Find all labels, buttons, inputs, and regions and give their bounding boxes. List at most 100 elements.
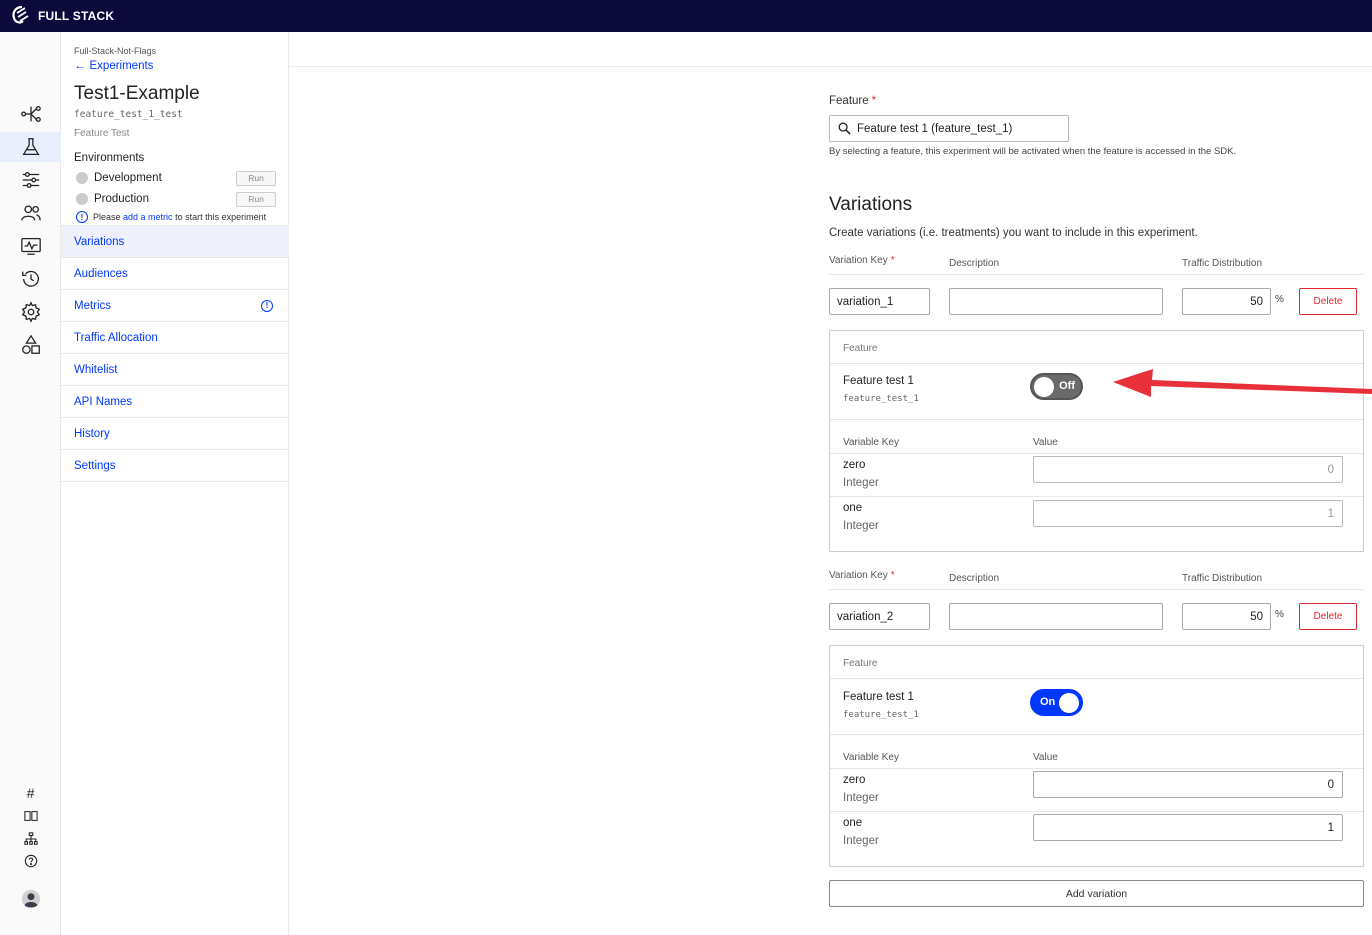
variable-type: Integer [843, 477, 879, 489]
header-strip [289, 32, 1372, 67]
audiences-icon[interactable] [0, 198, 61, 228]
percent-symbol: % [1275, 294, 1284, 305]
back-to-experiments-link[interactable]: ← Experiments [74, 60, 153, 72]
sitemap-icon[interactable] [0, 829, 61, 849]
variable-type: Integer [843, 520, 879, 532]
add-metric-link[interactable]: add a metric [123, 212, 173, 222]
panel-feature-head: Feature [843, 658, 878, 669]
hash-icon[interactable]: # [0, 783, 61, 803]
help-icon[interactable] [0, 851, 61, 871]
experiments-icon[interactable] [0, 132, 61, 162]
variation-key-input[interactable]: variation_2 [829, 603, 930, 630]
panel-feature-head: Feature [843, 343, 878, 354]
experiment-key: feature_test_1_test [74, 109, 183, 120]
divider [830, 811, 1363, 812]
nav-settings[interactable]: Settings [61, 450, 289, 482]
avatar[interactable] [0, 888, 61, 910]
variable-key-header: Variable Key [843, 437, 899, 448]
feature-label: Feature * [829, 95, 876, 107]
variations-title: Variations [829, 194, 913, 215]
nav-metrics-label: Metrics [74, 299, 112, 312]
variable-key: one [843, 502, 863, 514]
divider [830, 453, 1363, 454]
feature-value: Feature test 1 (feature_test_1) [857, 122, 1013, 135]
variable-key: zero [843, 774, 866, 786]
traffic-input[interactable]: 50 [1182, 603, 1271, 630]
env-name: Production [94, 193, 149, 205]
feature-helper-text: By selecting a feature, this experiment … [829, 146, 1237, 157]
toggle-knob [1034, 377, 1054, 397]
env-row-production: Production Run [76, 190, 276, 208]
nav-history[interactable]: History [61, 418, 289, 450]
feature-toggle[interactable]: Off [1030, 373, 1083, 400]
main-content: Feature * Feature test 1 (feature_test_1)… [289, 67, 1372, 935]
history-icon[interactable] [0, 264, 61, 294]
feature-label-text: Feature [829, 95, 869, 107]
env-row-development: Development Run [76, 169, 276, 187]
brand-name: FULL STACK [38, 9, 115, 23]
experiment-sidebar: Full-Stack-Not-Flags ← Experiments Test1… [61, 32, 289, 935]
feature-key: feature_test_1 [843, 710, 919, 720]
run-production-button[interactable]: Run [236, 191, 276, 207]
variable-value-input[interactable]: 0 [1033, 771, 1343, 798]
variable-key: zero [843, 459, 866, 471]
nav-metrics[interactable]: Metrics ! [61, 290, 289, 322]
variable-key: one [843, 817, 863, 829]
nav-api-names[interactable]: API Names [61, 386, 289, 418]
col-text: Variation Key [829, 255, 888, 266]
variation-feature-panel: Feature Feature test 1 feature_test_1 Of… [829, 330, 1364, 552]
info-icon: ! [76, 211, 88, 223]
variable-type: Integer [843, 835, 879, 847]
settings-sliders-icon[interactable] [0, 165, 61, 195]
description-input[interactable] [949, 288, 1163, 315]
note-text-suffix: to start this experiment [172, 212, 267, 222]
nav-whitelist[interactable]: Whitelist [61, 354, 289, 386]
book-icon[interactable] [0, 806, 61, 826]
note-text: Please [93, 212, 124, 222]
divider [829, 589, 1364, 590]
feature-toggle[interactable]: On [1030, 689, 1083, 716]
required-marker: * [890, 570, 895, 581]
divider [829, 274, 1364, 275]
top-bar: FULL STACK [0, 0, 1372, 32]
feature-key: feature_test_1 [843, 394, 919, 404]
add-variation-button[interactable]: Add variation [829, 880, 1364, 907]
value-header: Value [1033, 752, 1058, 763]
delete-variation-button[interactable]: Delete [1299, 603, 1357, 630]
features-icon[interactable] [0, 99, 61, 129]
feature-search-input[interactable]: Feature test 1 (feature_test_1) [829, 115, 1069, 142]
env-name: Development [94, 172, 162, 184]
variable-value-input[interactable]: 1 [1033, 814, 1343, 841]
divider [830, 363, 1363, 364]
divider [830, 734, 1363, 735]
col-text: Variation Key [829, 570, 888, 581]
traffic-header: Traffic Distribution [1182, 258, 1263, 269]
variable-value-input[interactable]: 1 [1033, 500, 1343, 527]
traffic-input[interactable]: 50 [1182, 288, 1271, 315]
shapes-icon[interactable] [0, 330, 61, 360]
delete-variation-button[interactable]: Delete [1299, 288, 1357, 315]
red-arrow-annotation [1113, 369, 1372, 397]
run-development-button[interactable]: Run [236, 170, 276, 186]
page-title: Test1-Example [74, 83, 200, 104]
toggle-label: On [1040, 696, 1056, 708]
description-input[interactable] [949, 603, 1163, 630]
events-icon[interactable] [0, 231, 61, 261]
divider [830, 496, 1363, 497]
variable-type: Integer [843, 792, 879, 804]
nav-traffic-allocation[interactable]: Traffic Allocation [61, 322, 289, 354]
env-status-dot [76, 172, 88, 184]
variation-feature-panel: Feature Feature test 1 feature_test_1 On… [829, 645, 1364, 867]
toggle-label: Off [1059, 380, 1075, 392]
gear-icon[interactable] [0, 297, 61, 327]
divider [830, 678, 1363, 679]
variation-key-input[interactable]: variation_1 [829, 288, 930, 315]
variable-value-input[interactable]: 0 [1033, 456, 1343, 483]
percent-symbol: % [1275, 609, 1284, 620]
project-name: Full-Stack-Not-Flags [74, 46, 157, 56]
nav-audiences[interactable]: Audiences [61, 258, 289, 290]
toggle-knob [1059, 693, 1079, 713]
nav-variations[interactable]: Variations [61, 226, 289, 258]
icon-rail: # [0, 32, 61, 935]
arrow-left-icon: ← [74, 60, 86, 72]
